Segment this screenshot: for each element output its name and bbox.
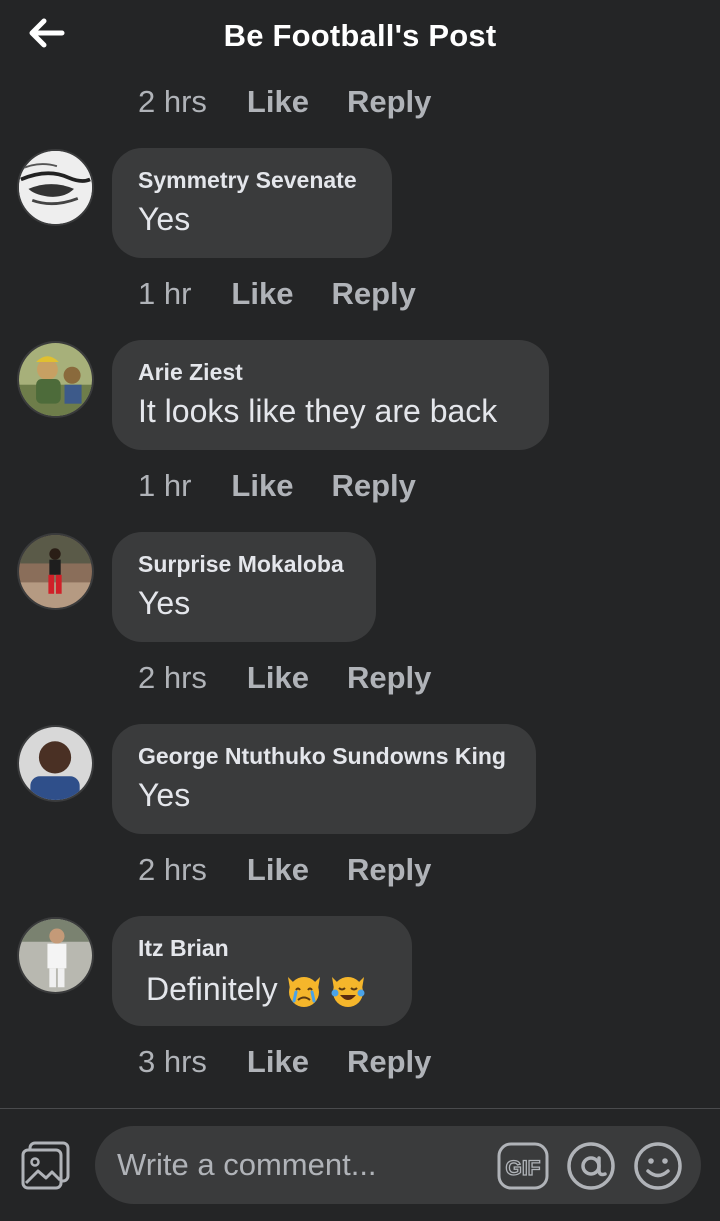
avatar-image	[19, 727, 92, 800]
comment-bubble: Arie Ziest It looks like they are back	[112, 340, 549, 450]
comment-time: 3 hrs	[138, 1044, 207, 1079]
comment-box: GIF	[95, 1126, 701, 1204]
comment-text: Yes	[138, 201, 191, 237]
reply-button[interactable]: Reply	[347, 660, 431, 696]
page-title: Be Football's Post	[223, 18, 497, 53]
comment-time: 1 hr	[138, 276, 192, 311]
reply-button[interactable]: Reply	[347, 1044, 431, 1080]
reply-button[interactable]: Reply	[347, 852, 431, 888]
comment-time: 2 hrs	[138, 84, 207, 119]
like-button[interactable]: Like	[247, 1044, 309, 1080]
gif-icon[interactable]: GIF	[497, 1140, 549, 1192]
comment-author[interactable]: George Ntuthuko Sundowns King	[138, 742, 510, 770]
comment-time: 1 hr	[138, 468, 192, 503]
comment-bubble: George Ntuthuko Sundowns King Yes	[112, 724, 536, 834]
avatar-image	[19, 535, 92, 608]
avatar[interactable]	[17, 725, 94, 802]
avatar-image	[19, 151, 92, 224]
comment-text-body: Definitely	[146, 971, 278, 1007]
comment-text: It looks like they are back	[138, 393, 498, 429]
avatar-image	[19, 343, 92, 416]
mention-icon[interactable]	[565, 1140, 617, 1192]
like-button[interactable]: Like	[247, 852, 309, 888]
like-button[interactable]: Like	[231, 468, 293, 504]
avatar[interactable]	[17, 533, 94, 610]
comment-bubble: Surprise Mokaloba Yes	[112, 532, 376, 642]
comment-actions: 1 hr Like Reply	[138, 466, 416, 506]
reply-button[interactable]: Reply	[347, 84, 431, 120]
reply-button[interactable]: Reply	[331, 468, 415, 504]
like-button[interactable]: Like	[247, 660, 309, 696]
comment-bubble: Symmetry Sevenate Yes	[112, 148, 392, 258]
comment-actions: 2 hrs Like Reply	[138, 850, 431, 890]
comment-actions: 2 hrs Like Reply	[138, 82, 431, 122]
joy-cat-emoji-icon	[331, 977, 365, 1007]
avatar[interactable]	[17, 341, 94, 418]
svg-text:GIF: GIF	[506, 1157, 541, 1180]
header-bar: Be Football's Post	[0, 0, 720, 76]
comment-actions: 2 hrs Like Reply	[138, 658, 431, 698]
comment-author[interactable]: Itz Brian	[138, 934, 386, 962]
comment-author[interactable]: Arie Ziest	[138, 358, 523, 386]
comment-text: Yes	[138, 777, 191, 813]
avatar[interactable]	[17, 917, 94, 994]
comment-text: Yes	[138, 585, 191, 621]
comment-input[interactable]	[115, 1144, 489, 1186]
comment-time: 2 hrs	[138, 852, 207, 887]
comment-author[interactable]: Symmetry Sevenate	[138, 166, 366, 194]
like-button[interactable]: Like	[231, 276, 293, 312]
photo-icon[interactable]	[20, 1141, 72, 1191]
comment-bubble: Itz Brian Definitely	[112, 916, 412, 1026]
reply-button[interactable]: Reply	[331, 276, 415, 312]
avatar-image	[19, 919, 92, 992]
crying-cat-emoji-icon	[287, 977, 320, 1007]
emoji-icon[interactable]	[632, 1140, 684, 1192]
comment-actions: 3 hrs Like Reply	[138, 1042, 431, 1082]
comment-time: 2 hrs	[138, 660, 207, 695]
comment-actions: 1 hr Like Reply	[138, 274, 416, 314]
comment-text: Definitely	[138, 969, 386, 1009]
like-button[interactable]: Like	[247, 84, 309, 120]
comment-author[interactable]: Surprise Mokaloba	[138, 550, 350, 578]
avatar[interactable]	[17, 149, 94, 226]
